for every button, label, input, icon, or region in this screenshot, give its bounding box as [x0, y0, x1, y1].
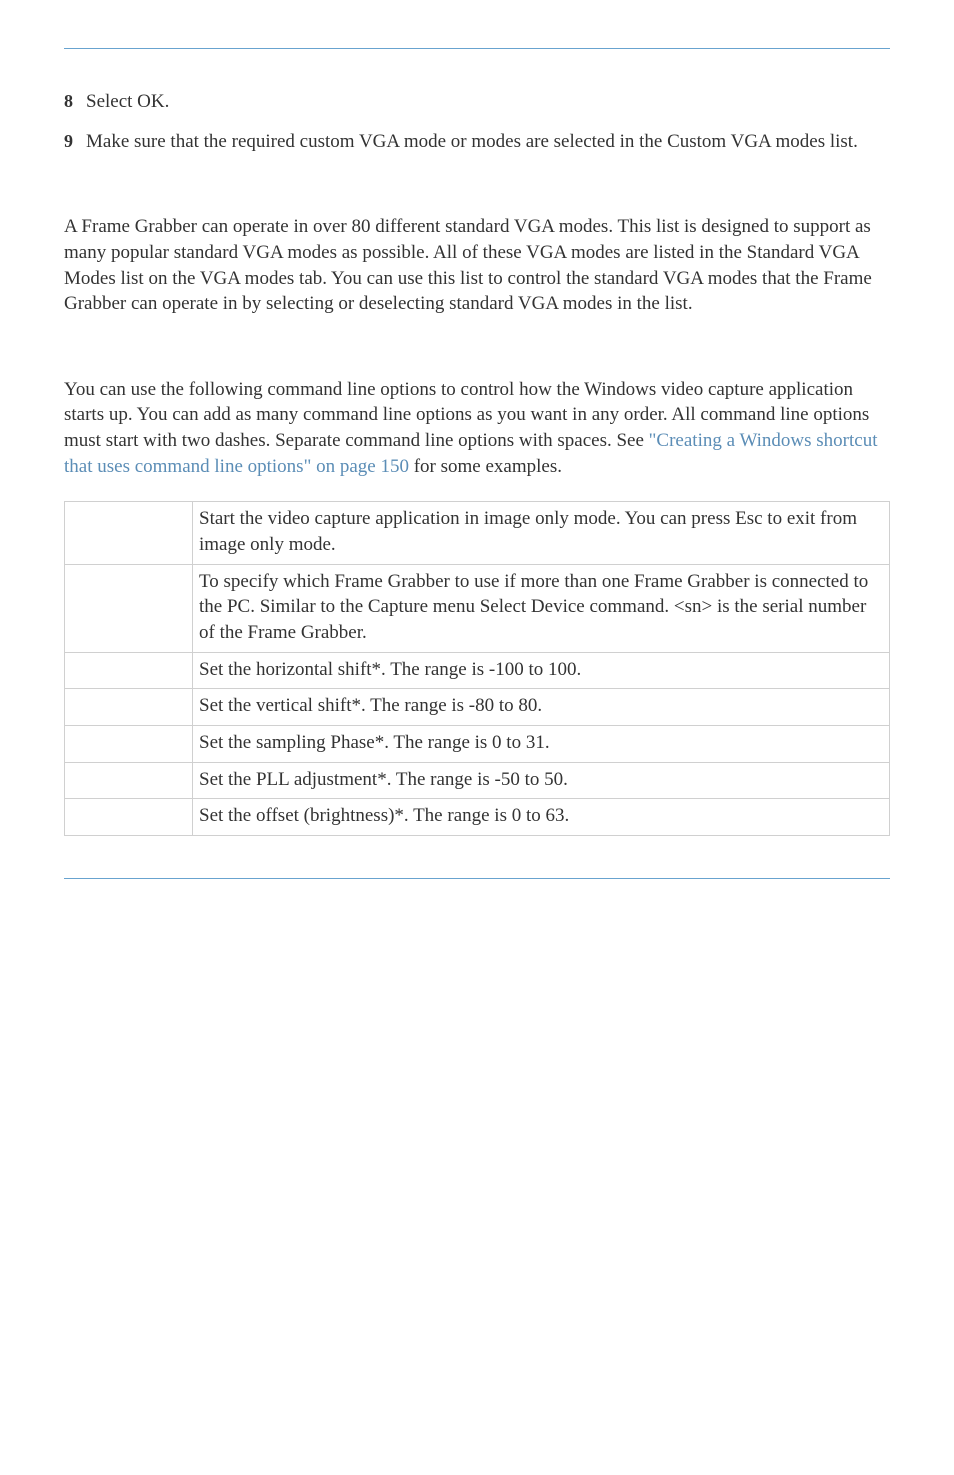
- table-row: Set the vertical shift*. The range is -8…: [65, 689, 890, 726]
- option-desc-cell: Set the offset (brightness)*. The range …: [193, 799, 890, 836]
- table-row: Set the horizontal shift*. The range is …: [65, 652, 890, 689]
- options-table: Start the video capture application in i…: [64, 501, 890, 835]
- list-item: 8 Select OK.: [64, 89, 890, 115]
- list-text-8: Select OK.: [86, 89, 890, 115]
- standard-modes-paragraph: A Frame Grabber can operate in over 80 d…: [64, 214, 890, 317]
- list-marker-8: 8: [64, 89, 86, 115]
- top-divider: [64, 48, 890, 49]
- option-key-cell: [65, 564, 193, 652]
- option-key-cell: [65, 762, 193, 799]
- table-row: Set the sampling Phase*. The range is 0 …: [65, 725, 890, 762]
- table-row: Set the PLL adjustment*. The range is -5…: [65, 762, 890, 799]
- option-key-cell: [65, 502, 193, 564]
- list-marker-9: 9: [64, 129, 86, 155]
- option-key-cell: [65, 725, 193, 762]
- option-key-cell: [65, 652, 193, 689]
- cli-para-post: for some examples.: [409, 456, 562, 477]
- option-key-cell: [65, 799, 193, 836]
- command-line-paragraph: You can use the following command line o…: [64, 377, 890, 480]
- list-item: 9 Make sure that the required custom VGA…: [64, 129, 890, 155]
- table-row: Set the offset (brightness)*. The range …: [65, 799, 890, 836]
- bottom-divider: [64, 878, 890, 879]
- table-row: To specify which Frame Grabber to use if…: [65, 564, 890, 652]
- option-desc-cell: Set the horizontal shift*. The range is …: [193, 652, 890, 689]
- option-key-cell: [65, 689, 193, 726]
- option-desc-cell: Start the video capture application in i…: [193, 502, 890, 564]
- option-desc-cell: Set the PLL adjustment*. The range is -5…: [193, 762, 890, 799]
- option-desc-cell: Set the vertical shift*. The range is -8…: [193, 689, 890, 726]
- option-desc-cell: Set the sampling Phase*. The range is 0 …: [193, 725, 890, 762]
- list-text-9: Make sure that the required custom VGA m…: [86, 129, 890, 155]
- table-row: Start the video capture application in i…: [65, 502, 890, 564]
- option-desc-cell: To specify which Frame Grabber to use if…: [193, 564, 890, 652]
